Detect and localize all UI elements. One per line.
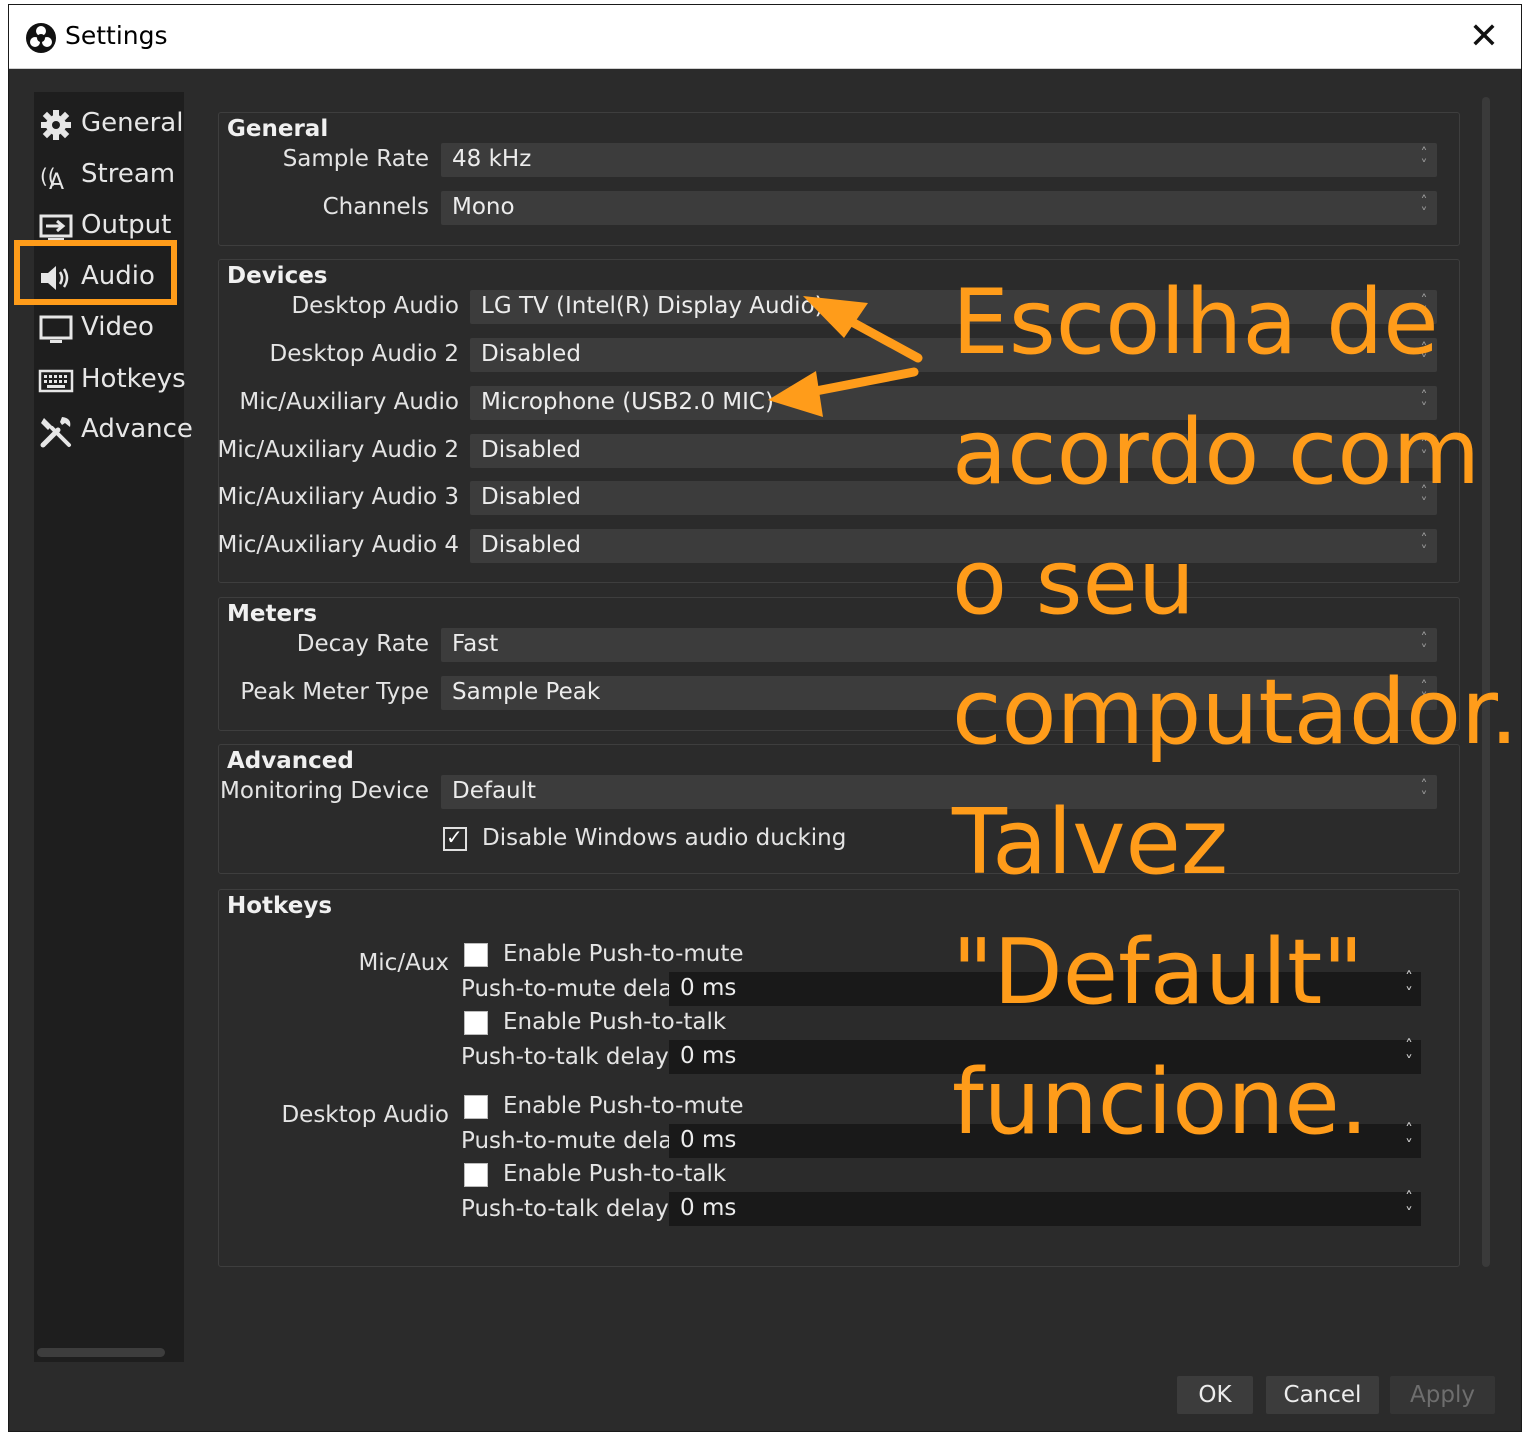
arrowhead-mic-audio: [768, 371, 823, 417]
arrowhead-desktop-audio: [803, 296, 868, 338]
annotation-text: Escolha de acordo com o seu computador. …: [952, 270, 1519, 1155]
